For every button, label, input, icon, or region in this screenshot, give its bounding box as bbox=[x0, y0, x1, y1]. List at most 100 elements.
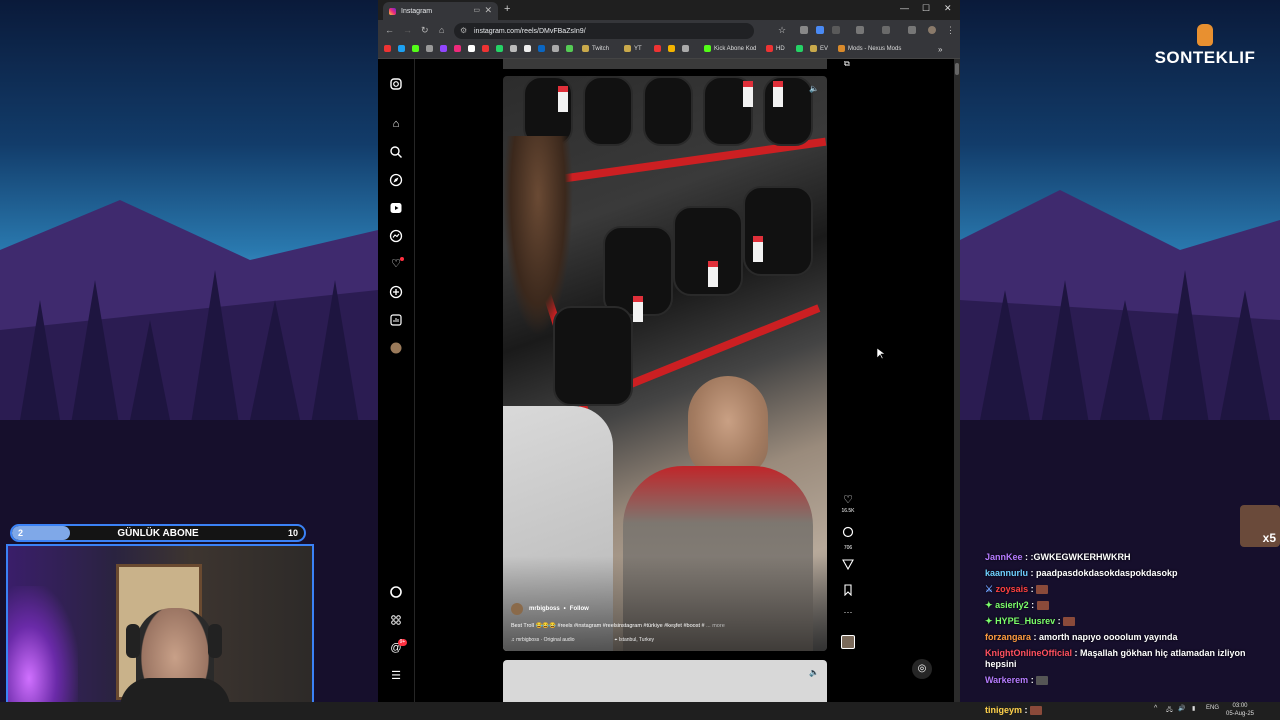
extension-icon[interactable] bbox=[908, 26, 916, 34]
volume-tray-icon[interactable]: 🔊 bbox=[1178, 705, 1185, 712]
dashboard-icon[interactable] bbox=[389, 313, 403, 327]
chat-message: ✦ HYPE_Husrev : bbox=[985, 616, 1265, 627]
more-bookmarks-icon[interactable]: » bbox=[938, 45, 942, 54]
profile-avatar-icon[interactable] bbox=[928, 26, 936, 34]
bookmark-icon[interactable] bbox=[524, 45, 531, 52]
next-reel[interactable]: 🔈 bbox=[503, 660, 827, 702]
explore-compass-icon[interactable] bbox=[389, 173, 403, 187]
tab-close-icon[interactable]: ✕ bbox=[484, 5, 492, 16]
like-heart-icon[interactable]: ♡ bbox=[840, 493, 856, 506]
maximize-icon[interactable]: ☐ bbox=[922, 3, 930, 14]
forward-icon[interactable]: → bbox=[403, 25, 412, 35]
comment-icon[interactable] bbox=[840, 525, 856, 543]
bookmark-icon[interactable] bbox=[654, 45, 661, 52]
volume-icon[interactable]: 🔈 bbox=[809, 668, 819, 677]
language-indicator[interactable]: ENG bbox=[1206, 705, 1219, 711]
address-bar[interactable]: ⚙ instagram.com/reels/DMvFBaZsIn9/ bbox=[454, 23, 754, 39]
follow-button[interactable]: Follow bbox=[570, 606, 589, 612]
goal-label: GÜNLÜK ABONE bbox=[117, 528, 199, 539]
previous-reel[interactable] bbox=[503, 59, 827, 69]
extension-icon[interactable] bbox=[856, 26, 864, 34]
site-info-icon[interactable]: ⚙ bbox=[460, 26, 467, 35]
bookmark-icon[interactable] bbox=[668, 45, 675, 52]
author-avatar[interactable] bbox=[511, 603, 523, 615]
subscriber-goal-bar: 2 GÜNLÜK ABONE 10 bbox=[10, 524, 306, 542]
bookmark-folder-yt[interactable]: YT bbox=[624, 45, 642, 52]
volume-icon[interactable]: 🔈 bbox=[809, 84, 819, 93]
bookmark-twitch-icon[interactable] bbox=[440, 45, 447, 52]
tab-media-icon[interactable]: ▭ bbox=[473, 6, 480, 14]
browser-window: Instagram ▭ ✕ + — ☐ ✕ ← → ↻ ⌂ ⚙ instagra… bbox=[378, 0, 960, 702]
like-action[interactable]: ♡ 16.5K bbox=[840, 493, 856, 514]
messenger-icon[interactable] bbox=[389, 229, 403, 243]
network-icon[interactable]: 🖧 bbox=[1166, 705, 1173, 715]
home-icon[interactable]: ⌂ bbox=[389, 117, 403, 131]
author-name[interactable]: mrbigboss bbox=[529, 606, 560, 612]
extension-icon[interactable] bbox=[832, 26, 840, 34]
bookmark-linkedin-icon[interactable] bbox=[538, 45, 545, 52]
new-tab-button[interactable]: + bbox=[504, 3, 510, 15]
extension-icon[interactable] bbox=[882, 26, 890, 34]
bookmark-folder-ev[interactable]: EV bbox=[810, 45, 828, 52]
bookmark-icon[interactable] bbox=[398, 45, 405, 52]
bookmark-icon[interactable] bbox=[510, 45, 517, 52]
battery-icon[interactable]: ▮ bbox=[1192, 705, 1195, 712]
bookmark-icon[interactable] bbox=[566, 45, 573, 52]
caption-more[interactable]: ... more bbox=[706, 623, 725, 629]
bookmark-folder-twitch[interactable]: Twitch bbox=[582, 45, 609, 52]
bookmark-whatsapp-icon[interactable] bbox=[496, 45, 503, 52]
person-left bbox=[503, 136, 573, 336]
minimize-icon[interactable]: — bbox=[900, 3, 909, 13]
bookmark-kick-abone-kod[interactable]: Kick Abone Kod bbox=[704, 45, 756, 52]
instagram-logo-icon[interactable] bbox=[389, 77, 403, 91]
search-icon[interactable] bbox=[389, 145, 403, 159]
bookmark-kick-icon[interactable] bbox=[412, 45, 419, 52]
audio-thumbnail[interactable] bbox=[840, 635, 856, 649]
instagram-page: ⌂ ♡ @ 9+ ☰ 🔈 mrbigboss • Follow Best Tro… bbox=[378, 59, 954, 702]
clock[interactable]: 03:00 05-Aug-25 bbox=[1226, 702, 1254, 718]
comment-action[interactable]: 706 bbox=[840, 525, 856, 551]
original-audio-link[interactable]: ♫ mrbigboss · Original audio bbox=[511, 637, 575, 643]
save-bookmark-icon[interactable] bbox=[840, 583, 856, 601]
bookmark-x-icon[interactable] bbox=[468, 45, 475, 52]
browser-toolbar: ← → ↻ ⌂ ⚙ instagram.com/reels/DMvFBaZsIn… bbox=[378, 20, 960, 42]
separator-dot: • bbox=[563, 606, 566, 612]
menu-kebab-icon[interactable]: ⋮ bbox=[946, 25, 955, 36]
extension-icon[interactable] bbox=[816, 26, 824, 34]
notification-count-badge: 9+ bbox=[398, 639, 407, 646]
share-icon[interactable] bbox=[840, 557, 856, 575]
tab-strip: Instagram ▭ ✕ + — ☐ ✕ bbox=[378, 0, 960, 20]
more-options-icon[interactable]: ··· bbox=[840, 607, 856, 617]
bookmark-icon[interactable] bbox=[796, 45, 803, 52]
messages-button[interactable]: ◎ bbox=[912, 659, 932, 679]
more-menu-icon[interactable]: ☰ bbox=[389, 669, 403, 683]
chat-message: Warkerem : bbox=[985, 675, 1265, 686]
instagram-sidebar: ⌂ ♡ @ 9+ ☰ bbox=[378, 59, 415, 702]
reel-video[interactable]: 🔈 mrbigboss • Follow Best Troll 😂😂😂 #ree… bbox=[503, 76, 827, 651]
tray-overflow-icon[interactable]: ^ bbox=[1154, 705, 1157, 712]
bookmark-youtube-icon[interactable] bbox=[384, 45, 391, 52]
bookmark-hd[interactable]: HD bbox=[766, 45, 785, 52]
threads-icon[interactable] bbox=[389, 585, 403, 599]
create-plus-icon[interactable] bbox=[389, 285, 403, 299]
extension-icon[interactable] bbox=[800, 26, 808, 34]
bookmark-nexus-mods[interactable]: Mods - Nexus Mods bbox=[838, 45, 901, 52]
close-window-icon[interactable]: ✕ bbox=[944, 3, 952, 14]
bookmark-star-icon[interactable]: ☆ bbox=[778, 25, 786, 36]
prev-reel-audio-icon[interactable]: ⧉ bbox=[844, 59, 850, 69]
reload-icon[interactable]: ↻ bbox=[421, 25, 429, 36]
bookmark-icon[interactable] bbox=[552, 45, 559, 52]
bookmark-icon[interactable] bbox=[426, 45, 433, 52]
bookmark-icon[interactable] bbox=[682, 45, 689, 52]
also-from-meta-icon[interactable] bbox=[389, 613, 403, 627]
back-icon[interactable]: ← bbox=[385, 25, 394, 35]
reels-icon[interactable] bbox=[389, 201, 403, 215]
page-scrollbar[interactable] bbox=[954, 59, 960, 702]
profile-avatar[interactable] bbox=[389, 341, 403, 355]
bookmark-icon[interactable] bbox=[482, 45, 489, 52]
bookmark-instagram-icon[interactable] bbox=[454, 45, 461, 52]
reel-caption[interactable]: Best Troll 😂😂😂 #reels #instagram #reelsi… bbox=[511, 623, 811, 629]
home-icon[interactable]: ⌂ bbox=[439, 25, 444, 35]
tab-instagram[interactable]: Instagram ▭ ✕ bbox=[383, 2, 498, 20]
location-link[interactable]: ⌖ Istanbul, Turkey bbox=[615, 637, 655, 643]
